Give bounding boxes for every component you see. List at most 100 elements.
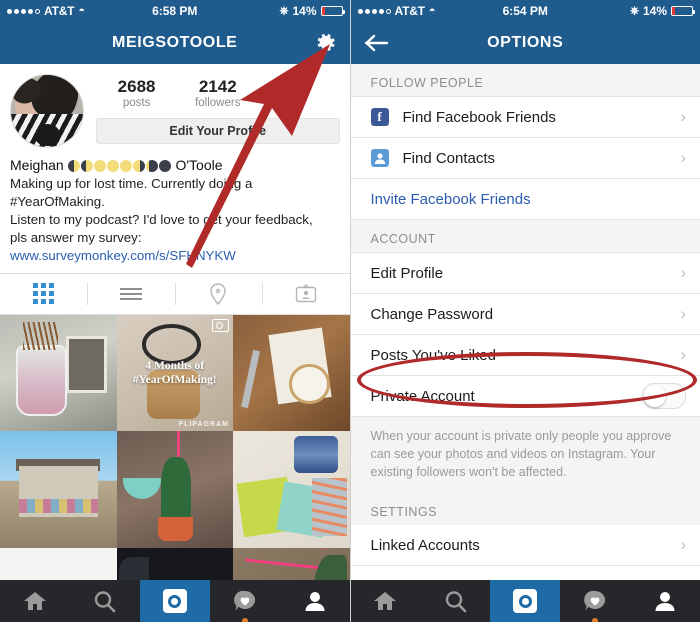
- bio-last-name: O'Toole: [175, 157, 223, 173]
- row-label: Edit Profile: [370, 264, 444, 282]
- gear-icon: [317, 33, 335, 51]
- options-screen: AT&T ◓ 6:54 PM ⎈ 14% OPTIONS FOLLOW PEOP…: [349, 0, 700, 622]
- bio-line-4: pls answer my survey:: [10, 229, 142, 245]
- profile-bio: Meighan O'Toole Making up for lost time.…: [0, 152, 350, 273]
- posts-label: posts: [122, 96, 151, 109]
- camera-tab[interactable]: [490, 580, 561, 622]
- bio-line-1: Making up for lost time. Currently doing…: [10, 175, 253, 191]
- bio-first-name: Meighan: [10, 157, 64, 173]
- back-button[interactable]: [363, 22, 389, 64]
- search-icon: [95, 590, 116, 612]
- chevron-right-icon: ›: [680, 148, 686, 167]
- row-label: Change Password: [370, 305, 494, 323]
- camera-icon: [513, 589, 538, 613]
- carrier-label: AT&T: [394, 4, 426, 18]
- home-icon: [23, 592, 46, 610]
- search-tab[interactable]: [70, 580, 140, 622]
- posts-count: 2688: [117, 77, 156, 96]
- photo-overlay-text: 4 Months of #YearOfMaking!: [132, 359, 217, 387]
- chevron-right-icon: ›: [680, 345, 686, 364]
- row-private-account[interactable]: Private Account: [350, 376, 700, 417]
- status-right: ⎈ 14%: [630, 4, 695, 18]
- contacts-icon: [370, 149, 389, 167]
- bio-line-3: Listen to my podcast? I'd love to get yo…: [10, 211, 313, 227]
- row-linked-accounts[interactable]: Linked Accounts ›: [350, 525, 700, 567]
- home-tab[interactable]: [0, 580, 70, 622]
- bio-name-line: Meighan O'Toole: [10, 156, 340, 175]
- bio-website-link[interactable]: www.surveymonkey.com/s/SFHNYKW: [10, 247, 340, 265]
- signal-strength-icon: [7, 8, 40, 14]
- row-find-contacts[interactable]: Find Contacts ›: [350, 138, 700, 179]
- camera-icon: [162, 589, 187, 613]
- photo-watermark: FLIPAGRAM: [178, 421, 229, 429]
- settings-button[interactable]: [314, 22, 338, 64]
- edit-profile-button[interactable]: Edit Your Profile: [96, 117, 340, 144]
- photo-cell[interactable]: 4 Months of #YearOfMaking! FLIPAGRAM: [116, 314, 233, 432]
- page-title: OPTIONS: [487, 34, 564, 51]
- photo-cell[interactable]: [0, 431, 117, 548]
- photo-grid: 4 Months of #YearOfMaking! FLIPAGRAM: [0, 314, 350, 622]
- bottom-tabbar-right: [350, 580, 700, 622]
- bio-line-2: #YearOfMaking.: [10, 193, 105, 209]
- row-find-facebook-friends[interactable]: f Find Facebook Friends ›: [350, 97, 700, 138]
- bottom-tabbar-left: [0, 580, 350, 622]
- options-list[interactable]: FOLLOW PEOPLE f Find Facebook Friends › …: [350, 64, 700, 580]
- profile-view-tabs: [0, 272, 350, 315]
- battery-percent-label: 14%: [642, 4, 667, 18]
- sidebar-item-grid-view[interactable]: [0, 274, 87, 314]
- row-label: Find Contacts: [402, 149, 496, 167]
- private-account-note: When your account is private only people…: [350, 417, 700, 494]
- bluetooth-icon: ⎈: [630, 4, 639, 17]
- photo-cell[interactable]: [0, 314, 117, 432]
- bluetooth-icon: ⎈: [279, 4, 289, 17]
- following-label: ng: [292, 78, 306, 90]
- profile-stats: 2688 posts 2142 followers ng: [96, 74, 340, 109]
- row-change-password[interactable]: Change Password ›: [350, 294, 700, 335]
- avatar[interactable]: [10, 74, 84, 148]
- chevron-right-icon: ›: [680, 107, 686, 126]
- section-header-account: ACCOUNT: [350, 220, 700, 253]
- wifi-icon: ◓: [428, 5, 436, 17]
- chevron-right-icon: ›: [680, 263, 686, 282]
- photo-cell[interactable]: [233, 314, 350, 432]
- profile-header: 2688 posts 2142 followers ng Edit Your P…: [0, 64, 350, 152]
- map-pin-icon: [210, 282, 227, 305]
- row-posts-youve-liked[interactable]: Posts You've Liked ›: [350, 335, 700, 376]
- photo-cell[interactable]: [116, 431, 233, 548]
- search-tab[interactable]: [420, 580, 490, 622]
- camera-tab[interactable]: [139, 580, 210, 622]
- activity-notification-dot: [241, 618, 248, 622]
- activity-tab[interactable]: [560, 580, 630, 622]
- profile-tab[interactable]: [280, 580, 350, 622]
- sidebar-item-tagged-photos[interactable]: [262, 274, 349, 314]
- dual-screenshot: AT&T ◓ 6:58 PM ⎈ 14% MEIGSOTOOLE 2688 po…: [0, 0, 700, 622]
- row-label: Invite Facebook Friends: [370, 190, 531, 208]
- activity-tab[interactable]: [210, 580, 280, 622]
- profile-screen: AT&T ◓ 6:58 PM ⎈ 14% MEIGSOTOOLE 2688 po…: [0, 0, 350, 622]
- sidebar-item-map-view[interactable]: [174, 274, 262, 314]
- wifi-icon: ◓: [78, 5, 85, 17]
- stat-following[interactable]: ng: [258, 78, 339, 109]
- row-invite-facebook-friends[interactable]: Invite Facebook Friends: [350, 179, 700, 220]
- row-label: Find Facebook Friends: [402, 108, 556, 126]
- person-icon: [305, 592, 325, 611]
- chevron-right-icon: ›: [680, 535, 686, 555]
- battery-icon: [671, 6, 695, 16]
- stat-posts[interactable]: 2688 posts: [96, 77, 177, 109]
- status-right: ⎈ 14%: [279, 4, 345, 18]
- status-left: AT&T ◓: [7, 4, 85, 18]
- page-title: MEIGSOTOOLE: [112, 34, 238, 51]
- options-navbar: OPTIONS: [350, 22, 700, 64]
- sidebar-item-list-view[interactable]: [87, 274, 174, 314]
- home-tab[interactable]: [351, 580, 421, 622]
- photo-cell[interactable]: [233, 431, 350, 548]
- row-label: Linked Accounts: [370, 536, 480, 554]
- row-label: Private Account: [370, 387, 475, 405]
- profile-tab[interactable]: [630, 580, 700, 622]
- video-indicator-icon: [212, 318, 229, 332]
- signal-strength-icon: [357, 8, 391, 14]
- private-account-toggle[interactable]: [642, 383, 686, 409]
- activity-notification-dot: [592, 618, 599, 622]
- stat-followers[interactable]: 2142 followers: [177, 77, 258, 108]
- row-edit-profile[interactable]: Edit Profile ›: [350, 253, 700, 294]
